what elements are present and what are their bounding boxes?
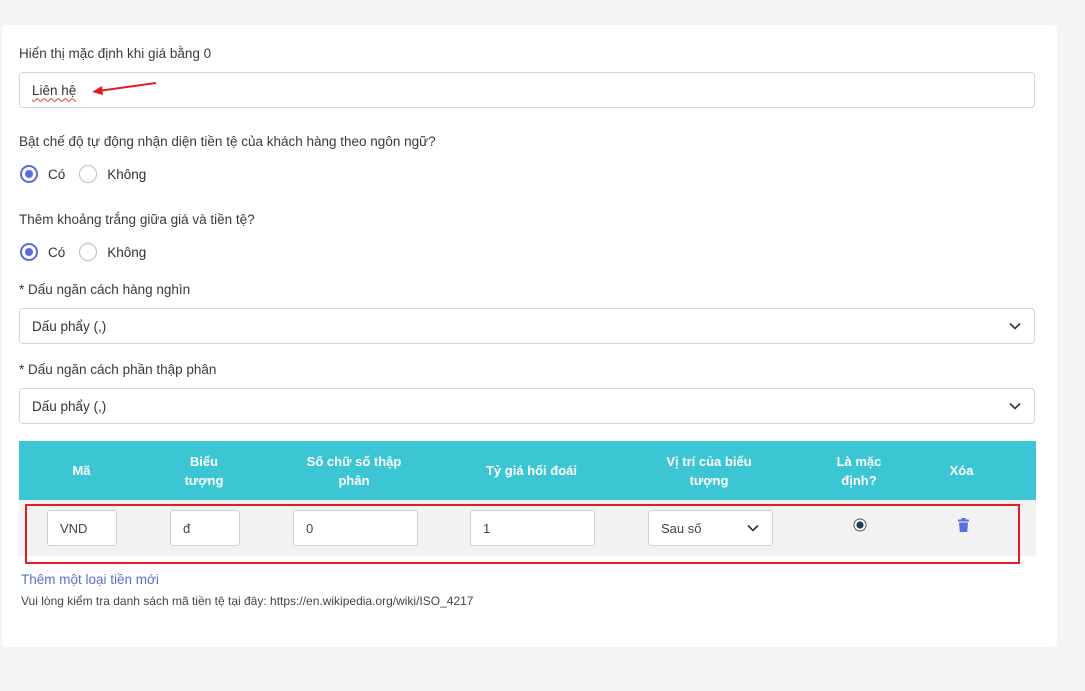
decimal-sep-value: Dấu phẩy (,) <box>32 398 107 414</box>
header-code: Mã <box>72 463 91 478</box>
arrow-annotation-icon <box>92 82 157 95</box>
thousand-sep-value: Dấu phẩy (,) <box>32 318 107 334</box>
header-default: Là mặc định? <box>836 453 882 488</box>
header-delete: Xóa <box>949 463 974 478</box>
header-rate: Tỷ giá hối đoái <box>485 463 577 478</box>
zero-price-input[interactable]: Liên hệ <box>19 72 1035 108</box>
auto-detect-yes-label: Có <box>48 166 66 182</box>
decimal-sep-select[interactable]: Dấu phẩy (,) <box>19 388 1035 424</box>
annotation-highlight-box <box>25 504 1020 564</box>
space-label: Thêm khoảng trắng giữa giá và tiền tệ? <box>19 212 255 227</box>
iso-note: Vui lòng kiểm tra danh sách mã tiền tệ t… <box>21 594 474 608</box>
space-no-radio[interactable] <box>79 243 98 261</box>
space-radio-group: Có Không <box>20 243 160 261</box>
header-symbol: Biểu tượng <box>184 453 224 488</box>
header-decimals: Số chữ số thập phân <box>306 453 402 488</box>
auto-detect-no-label: Không <box>107 166 147 182</box>
decimal-sep-label: * Dấu ngăn cách phần thập phân <box>19 362 217 377</box>
zero-price-label: Hiển thị mặc định khi giá bằng 0 <box>19 46 212 61</box>
auto-detect-yes-radio[interactable] <box>20 165 38 183</box>
header-position: Vị trí của biểu tượng <box>666 453 752 488</box>
auto-detect-no-radio[interactable] <box>79 165 98 183</box>
auto-detect-radio-group: Có Không <box>20 165 160 183</box>
add-currency-link[interactable]: Thêm một loại tiền mới <box>21 572 159 587</box>
thousand-sep-label: * Dấu ngăn cách hàng nghìn <box>19 282 191 297</box>
space-yes-radio[interactable] <box>20 243 38 261</box>
chevron-down-icon <box>1009 402 1021 410</box>
thousand-sep-select[interactable]: Dấu phẩy (,) <box>19 308 1035 344</box>
zero-price-value: Liên hệ <box>32 82 77 98</box>
auto-detect-label: Bật chế độ tự động nhận diện tiền tệ của… <box>19 134 436 149</box>
table-header: Mã Biểu tượng Số chữ số thập phân Tỷ giá h… <box>19 441 1036 500</box>
chevron-down-icon <box>1009 322 1021 330</box>
space-no-label: Không <box>107 244 147 260</box>
space-yes-label: Có <box>48 244 66 260</box>
